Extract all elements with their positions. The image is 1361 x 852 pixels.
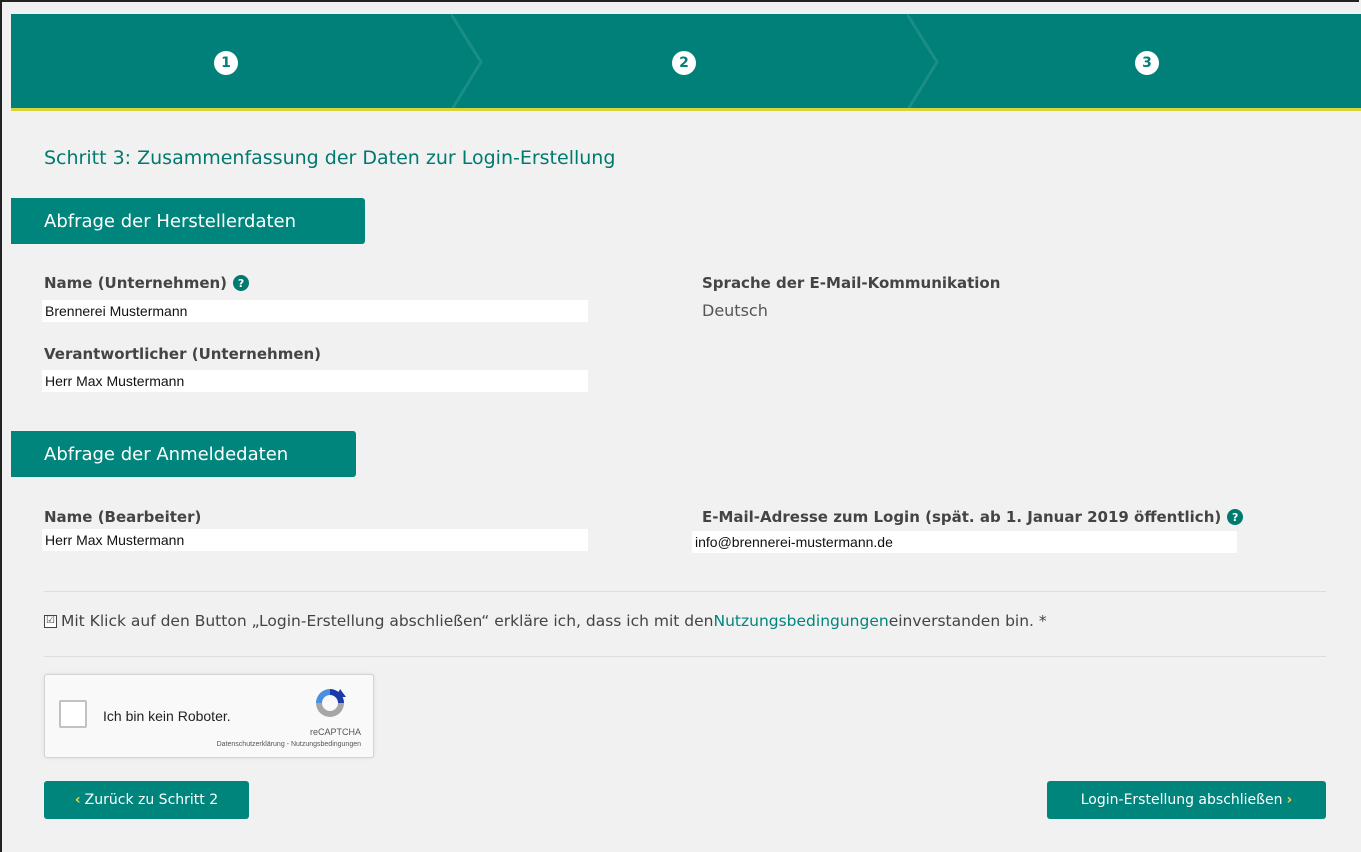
company-name-label-text: Name (Unternehmen) <box>44 274 228 292</box>
section-header-login: Abfrage der Anmeldedaten <box>11 431 356 477</box>
editor-value: Herr Max Mustermann <box>42 529 588 551</box>
step-3-indicator: 3 <box>1135 51 1159 75</box>
step-2-indicator[interactable]: 2 <box>672 51 696 75</box>
back-button-label: Zurück zu Schritt 2 <box>84 792 219 808</box>
terms-text-after: einverstanden bin. * <box>888 612 1047 630</box>
chevron-left-icon: ‹ <box>74 792 81 808</box>
recaptcha-label: Ich bin kein Roboter. <box>103 708 231 724</box>
divider <box>44 591 1326 592</box>
finish-login-button[interactable]: Login-Erstellung abschließen › <box>1047 781 1326 819</box>
step-1-indicator[interactable]: 1 <box>214 51 238 75</box>
company-name-value: Brennerei Mustermann <box>42 300 588 322</box>
step-separator-2 <box>907 14 939 111</box>
email-label-text: E-Mail-Adresse zum Login (spät. ab 1. Ja… <box>702 508 1222 526</box>
divider <box>44 656 1326 657</box>
chevron-right-icon: › <box>1286 792 1293 808</box>
terms-text-before: Mit Klick auf den Button „Login-Erstellu… <box>61 612 714 630</box>
company-name-label: Name (Unternehmen) ? <box>44 274 250 292</box>
section-header-manufacturer: Abfrage der Herstellerdaten <box>11 198 365 244</box>
responsible-label: Verantwortlicher (Unternehmen) <box>44 345 322 363</box>
language-label: Sprache der E-Mail-Kommunikation <box>702 274 1001 292</box>
recaptcha-logo-icon <box>316 689 346 717</box>
help-icon[interactable]: ? <box>233 275 250 291</box>
recaptcha-brand: reCAPTCHA <box>309 727 361 737</box>
back-button[interactable]: ‹ Zurück zu Schritt 2 <box>44 781 249 819</box>
email-label: E-Mail-Adresse zum Login (spät. ab 1. Ja… <box>702 508 1244 526</box>
stepper-underline <box>11 108 1361 111</box>
terms-consent: ☑ Mit Klick auf den Button „Login-Erstel… <box>44 612 1047 630</box>
step-separator-1 <box>451 14 483 111</box>
email-value: info@brennerei-mustermann.de <box>692 531 1237 553</box>
recaptcha-links[interactable]: Datenschutzerklärung - Nutzungsbedingung… <box>217 741 361 748</box>
editor-label: Name (Bearbeiter) <box>44 508 202 526</box>
help-icon[interactable]: ? <box>1227 509 1244 525</box>
stepper: 1 2 3 <box>11 14 1361 111</box>
terms-checkbox[interactable]: ☑ <box>44 614 57 628</box>
page-title: Schritt 3: Zusammenfassung der Daten zur… <box>44 147 616 169</box>
language-value: Deutsch <box>702 301 768 320</box>
responsible-value: Herr Max Mustermann <box>42 370 588 392</box>
terms-link[interactable]: Nutzungsbedingungen <box>713 612 888 630</box>
finish-button-label: Login-Erstellung abschließen <box>1080 792 1283 808</box>
recaptcha-widget: Ich bin kein Roboter. reCAPTCHA Datensch… <box>44 674 374 758</box>
recaptcha-checkbox[interactable] <box>59 700 87 728</box>
